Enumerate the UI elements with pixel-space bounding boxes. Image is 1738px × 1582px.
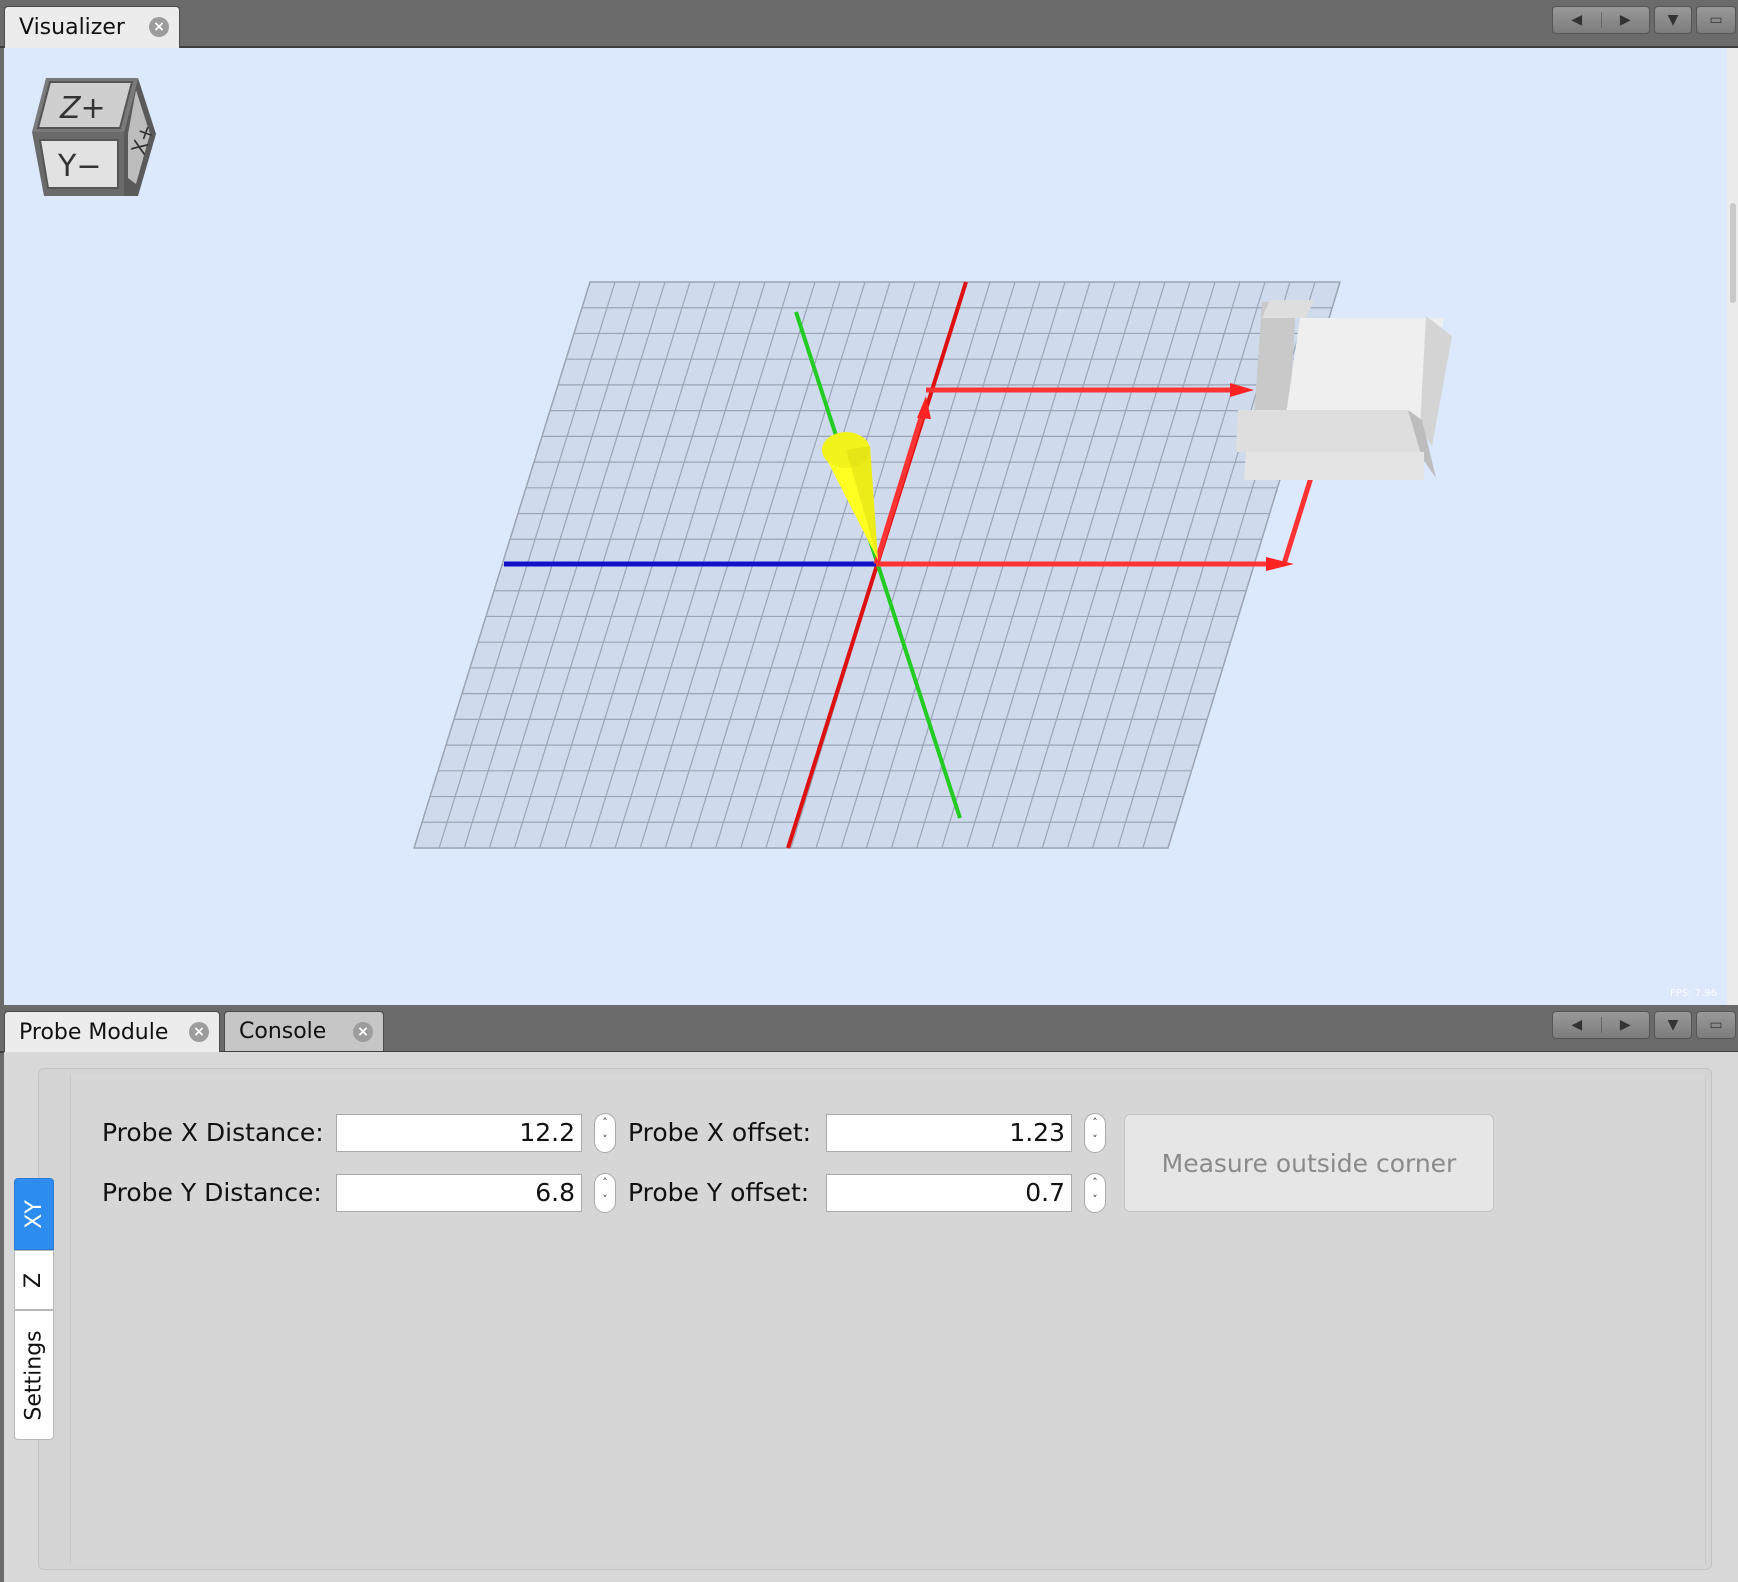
probe-x-offset-label: Probe X offset: [628,1118,812,1147]
close-icon[interactable]: × [149,17,169,37]
scene-3d [412,281,1452,849]
chevron-down-icon: ▼ [1667,1017,1679,1033]
probe-y-distance-label: Probe Y Distance: [102,1178,322,1207]
workpiece [1236,300,1452,480]
side-tab-xy-label: XY [21,1199,47,1229]
view-cube-top-face[interactable]: Z+ [59,91,106,126]
bottom-tab-bar: Probe Module × Console × ◀ ▶ ▼ ▭ [0,1005,1738,1053]
chevron-right-icon[interactable]: ▶ [1600,1017,1650,1033]
side-tab-z-label: Z [21,1272,47,1288]
side-tab-z[interactable]: Z [14,1250,54,1310]
tab-probe-module[interactable]: Probe Module × [4,1011,220,1053]
chevron-left-icon[interactable]: ◀ [1553,12,1601,28]
side-tab-strip: XY Z Settings [14,1178,54,1440]
probe-y-offset-label: Probe Y offset: [628,1178,810,1207]
chevron-left-icon[interactable]: ◀ [1553,1017,1601,1033]
probe-y-offset-input[interactable]: 0.7 [826,1174,1072,1212]
probe-x-offset-stepper[interactable]: ˄ ˅ [1084,1113,1106,1153]
probe-x-distance-label: Probe X Distance: [102,1118,324,1147]
measure-outside-corner-button[interactable]: Measure outside corner [1124,1114,1494,1212]
probe-x-distance-stepper[interactable]: ˄ ˅ [594,1113,616,1153]
maximize-button[interactable]: ▭ [1696,1011,1736,1039]
visualizer-tab-bar: Visualizer × ◀ ▶ ▼ ▭ [0,0,1738,48]
probe-y-distance-input[interactable]: 6.8 [336,1174,582,1212]
tab-visualizer[interactable]: Visualizer × [4,6,180,48]
dropdown-button[interactable]: ▼ [1654,6,1692,34]
side-tab-xy[interactable]: XY [14,1178,54,1250]
close-icon[interactable]: × [189,1022,209,1042]
probe-x-distance-input[interactable]: 12.2 [336,1114,582,1152]
tab-scroll-buttons[interactable]: ◀ ▶ [1552,6,1650,34]
probe-y-distance-stepper[interactable]: ˄ ˅ [594,1173,616,1213]
view-cube[interactable]: Z+ Y− X+ [32,72,162,202]
visualizer-scrollbar-track [1727,48,1738,1005]
fps-counter: FPS: 7.96 [1670,988,1717,999]
tab-visualizer-label: Visualizer [19,15,125,40]
chevron-right-icon[interactable]: ▶ [1600,12,1650,28]
tab-scroll-buttons[interactable]: ◀ ▶ [1552,1011,1650,1039]
probe-x-offset-input[interactable]: 1.23 [826,1114,1072,1152]
maximize-icon: ▭ [1709,1017,1723,1033]
side-tab-settings-label: Settings [21,1329,47,1421]
scrollbar-thumb[interactable] [1730,203,1736,303]
chevron-down-icon: ▼ [1667,12,1679,28]
close-icon[interactable]: × [353,1022,373,1042]
maximize-button[interactable]: ▭ [1696,6,1736,34]
probe-y-offset-stepper[interactable]: ˄ ˅ [1084,1173,1106,1213]
window-controls: ◀ ▶ ▼ ▭ [1552,1011,1736,1041]
window-controls: ◀ ▶ ▼ ▭ [1552,6,1736,36]
side-tab-settings[interactable]: Settings [14,1310,54,1440]
view-cube-front-face[interactable]: Y− [57,149,101,184]
visualizer-canvas[interactable]: Z+ Y− X+ FPS: 7.96 [4,48,1727,1005]
tab-probe-module-label: Probe Module [19,1020,169,1045]
dropdown-button[interactable]: ▼ [1654,1011,1692,1039]
tab-console-label: Console [239,1019,327,1044]
maximize-icon: ▭ [1709,12,1723,28]
tab-console[interactable]: Console × [224,1011,384,1051]
